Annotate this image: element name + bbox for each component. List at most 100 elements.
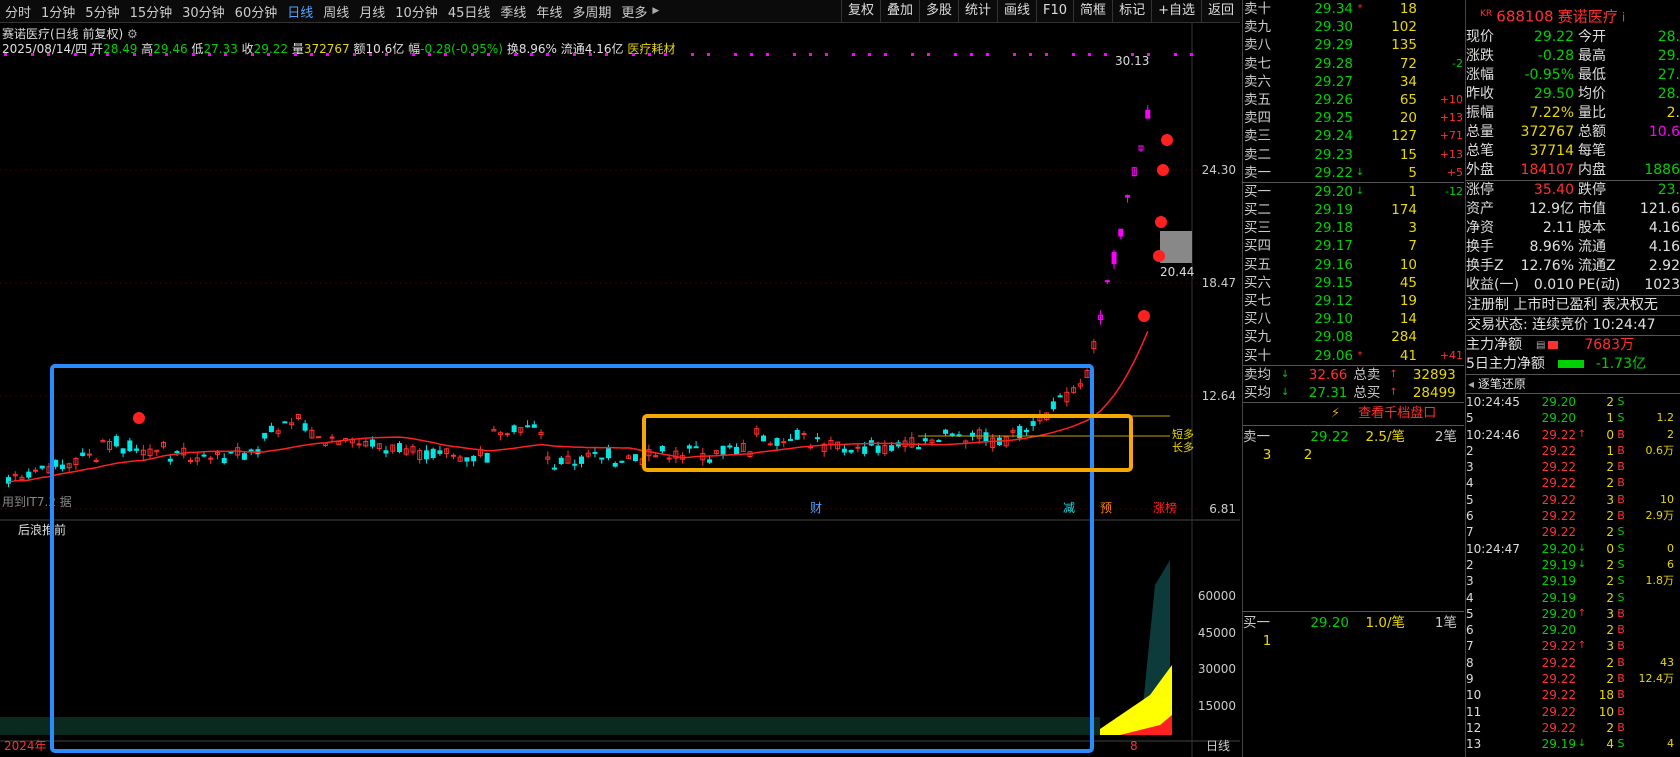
timeframe-1[interactable]: 1分钟	[36, 2, 80, 21]
tool-button-0[interactable]: 复权	[840, 0, 880, 23]
tool-button-1[interactable]: 叠加	[879, 0, 919, 23]
candle-body	[889, 445, 895, 451]
sell-level-row[interactable]: 卖七 29.28 72 -2	[1243, 55, 1464, 73]
tick-row[interactable]: 6 29.20 2 B	[1466, 622, 1680, 638]
tool-button-9[interactable]: 返回	[1200, 0, 1240, 23]
candle-body	[983, 432, 989, 443]
kline-chart[interactable]: 24.30 18.47 12.64 6.81 60000 45000 30000 15000 3…	[0, 23, 1240, 757]
buy-level-row[interactable]: 买九 29.08 284	[1243, 328, 1464, 346]
timeframe-12[interactable]: 年线	[531, 2, 567, 21]
event-jian-label: 减	[1063, 501, 1075, 515]
buy-level-row[interactable]: 买七 29.12 19	[1243, 292, 1464, 310]
timeframe-5[interactable]: 60分钟	[230, 2, 283, 21]
timeframe-7[interactable]: 周线	[318, 2, 354, 21]
tick-side: B	[1617, 688, 1625, 702]
tool-button-6[interactable]: 简框	[1073, 0, 1112, 23]
level-volume: 7	[1408, 238, 1417, 255]
tick-price: 29.22	[1541, 639, 1576, 654]
more-arrow-icon[interactable]: ▶	[652, 6, 659, 16]
candle-body	[53, 459, 59, 467]
candle-body	[396, 443, 402, 453]
candle-body	[383, 450, 389, 454]
timeframe-0[interactable]: 分时	[0, 2, 36, 21]
signal-dot	[353, 53, 356, 56]
sell-level-row[interactable]: 卖十 29.34 * 18	[1243, 0, 1464, 18]
tool-button-7[interactable]: 标记	[1112, 0, 1151, 23]
tick-row[interactable]: 4 29.22 2 B	[1466, 475, 1680, 491]
candle-body	[464, 457, 470, 462]
thousand-level-link[interactable]: ⚡ 查看千档盘口	[1243, 403, 1464, 425]
tick-row[interactable]: 3 29.19 2 S 1.8万	[1466, 573, 1680, 589]
timeframe-4[interactable]: 30分钟	[177, 2, 230, 21]
timeframe-9[interactable]: 10分钟	[390, 2, 443, 21]
buy-level-row[interactable]: 买六 29.15 45	[1243, 274, 1464, 292]
sell-level-row[interactable]: 卖四 29.25 20 +13	[1243, 109, 1464, 127]
tick-row[interactable]: 13 29.19 ↓ 4 S 4	[1466, 736, 1680, 752]
tick-list[interactable]: 10:24:45 29.20 2 S 5 29.20 1 S 1.2 10:24:46 29.22 ↑…	[1466, 394, 1680, 753]
tick-row[interactable]: 2 29.19 ↓ 2 S 6	[1466, 557, 1680, 573]
tick-row[interactable]: 7 29.22 2 S	[1466, 524, 1680, 540]
tick-row[interactable]: 3 29.22 2 B	[1466, 459, 1680, 475]
timeframe-2[interactable]: 5分钟	[80, 2, 124, 21]
timeframe-14[interactable]: 更多	[616, 2, 652, 21]
tick-row[interactable]: 5 29.20 ↑ 3 B	[1466, 606, 1680, 622]
tick-row[interactable]: 12 29.22 2 B	[1466, 720, 1680, 736]
signal-dot	[632, 53, 635, 56]
buy-level-row[interactable]: 买四 29.17 7	[1243, 237, 1464, 255]
sell-level-row[interactable]: 卖五 29.26 65 +10	[1243, 91, 1464, 109]
level-arrow-icon	[1353, 310, 1367, 328]
sell-level-row[interactable]: 卖一 29.22 ↓ 5 +5	[1243, 164, 1464, 182]
sell1-count: 2笔	[1434, 429, 1457, 446]
tick-row[interactable]: 7 29.22 ↑ 3 B	[1466, 638, 1680, 654]
tick-price: 29.22	[1541, 476, 1576, 491]
candle-body	[875, 445, 881, 453]
buy-level-row[interactable]: 买二 29.19 174	[1243, 201, 1464, 219]
candle-body	[841, 448, 847, 453]
tool-button-8[interactable]: +自选	[1151, 0, 1201, 23]
tool-button-5[interactable]: F10	[1036, 0, 1073, 23]
tick-row[interactable]: 9 29.22 2 B 12.4万	[1466, 671, 1680, 687]
candle-body	[814, 437, 820, 440]
timeframe-11[interactable]: 季线	[495, 2, 531, 21]
tick-row[interactable]: 10 29.22 18 B	[1466, 687, 1680, 703]
tick-row[interactable]: 2 29.22 1 B 0.6万	[1466, 443, 1680, 459]
timeframe-3[interactable]: 15分钟	[125, 2, 178, 21]
sell-level-row[interactable]: 卖九 29.30 102	[1243, 18, 1464, 36]
timeframe-10[interactable]: 45日线	[443, 2, 496, 21]
sell-level-row[interactable]: 卖八 29.29 135	[1243, 36, 1464, 54]
candle-body	[727, 445, 733, 448]
timeframe-8[interactable]: 月线	[354, 2, 390, 21]
quote-value: 12.76%	[1520, 258, 1574, 274]
timeframe-6[interactable]: 日线	[282, 2, 318, 21]
tick-row[interactable]: 5 29.20 1 S 1.2	[1466, 410, 1680, 426]
buy-level-row[interactable]: 买十 29.06 * 41 +41	[1243, 347, 1464, 365]
tick-row[interactable]: 10:24:45 29.20 2 S	[1466, 394, 1680, 410]
info-icon[interactable]: i	[1622, 10, 1625, 24]
candle-body	[848, 449, 854, 453]
tool-button-3[interactable]: 统计	[957, 0, 997, 23]
tick-row[interactable]: 8 29.22 2 B 43	[1466, 655, 1680, 671]
tool-button-2[interactable]: 多股	[918, 0, 958, 23]
list-icon[interactable]: ▤	[1536, 336, 1548, 355]
tick-row[interactable]: 10:24:46 29.22 ↑ 0 B 2	[1466, 427, 1680, 443]
timeframe-13[interactable]: 多周期	[567, 2, 616, 21]
sell-level-row[interactable]: 卖六 29.27 34	[1243, 73, 1464, 91]
footer-period-label: 日线	[1206, 739, 1230, 753]
tick-row[interactable]: 4 29.19 2 S	[1466, 590, 1680, 606]
tick-extra: 12.4万	[1638, 672, 1675, 686]
buy-level-row[interactable]: 买三 29.18 3	[1243, 219, 1464, 237]
sell-level-row[interactable]: 卖二 29.23 15 +13	[1243, 146, 1464, 164]
tick-price: 29.22	[1541, 655, 1576, 670]
tick-row[interactable]: 11 29.22 10 B	[1466, 704, 1680, 720]
buy-level-row[interactable]: 买五 29.16 10	[1243, 256, 1464, 274]
event-badge	[1138, 310, 1150, 322]
tool-button-4[interactable]: 画线	[997, 0, 1036, 23]
ticks-collapse-icon[interactable]: ◂	[1468, 377, 1474, 391]
tick-row[interactable]: 6 29.22 2 B 2.9万	[1466, 508, 1680, 524]
tick-row[interactable]: 10:24:47 29.20 ↓ 0 S 0	[1466, 541, 1680, 557]
tick-row[interactable]: 5 29.22 3 B 10	[1466, 492, 1680, 508]
buy-level-row[interactable]: 买一 29.20 ↓ 1 -12	[1243, 183, 1464, 201]
sell-level-row[interactable]: 卖三 29.24 127 +71	[1243, 127, 1464, 145]
tick-extra	[1628, 459, 1674, 475]
buy-level-row[interactable]: 买八 29.10 14	[1243, 310, 1464, 328]
